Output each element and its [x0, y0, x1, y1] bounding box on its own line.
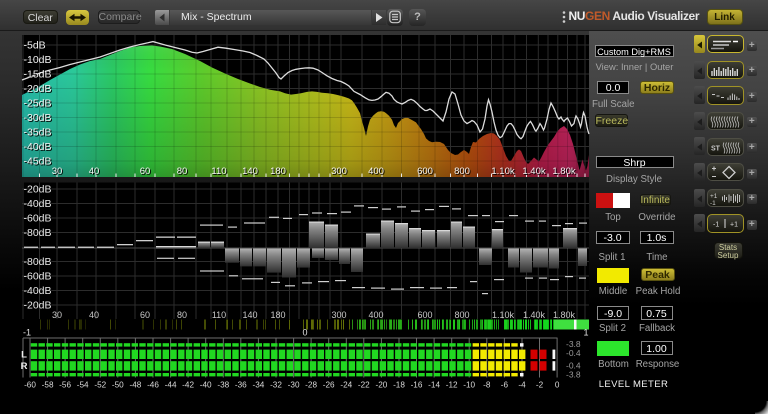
svg-text:60: 60 — [140, 166, 151, 177]
svg-text:-58: -58 — [42, 381, 54, 390]
svg-text:-1: -1 — [710, 200, 716, 207]
svg-text:-14: -14 — [428, 381, 440, 390]
svg-text:-26: -26 — [323, 381, 335, 390]
svg-text:-20dB: -20dB — [24, 184, 52, 196]
svg-text:180: 180 — [270, 310, 285, 320]
svg-text:-30: -30 — [288, 381, 300, 390]
svg-text:-1: -1 — [23, 328, 31, 338]
svg-text:-6: -6 — [501, 381, 509, 390]
svg-text:-22: -22 — [358, 381, 370, 390]
svg-text:+1: +1 — [730, 222, 738, 229]
svg-text:400: 400 — [368, 310, 383, 320]
svg-text:-1: -1 — [713, 222, 719, 229]
svg-text:-4: -4 — [518, 381, 526, 390]
svg-text:-20: -20 — [375, 381, 387, 390]
svg-text:30: 30 — [52, 166, 63, 177]
svg-text:300: 300 — [331, 310, 346, 320]
svg-text:-60dB: -60dB — [24, 213, 52, 225]
svg-text:-60: -60 — [24, 381, 36, 390]
svg-text:L: L — [21, 350, 27, 361]
svg-text:1.10k: 1.10k — [492, 310, 515, 320]
svg-text:-32: -32 — [270, 381, 282, 390]
svg-text:80: 80 — [177, 166, 188, 177]
svg-text:60: 60 — [140, 310, 150, 320]
svg-text:30: 30 — [52, 310, 62, 320]
svg-text:-16: -16 — [411, 381, 423, 390]
svg-text:800: 800 — [454, 166, 470, 177]
svg-text:110: 110 — [212, 310, 226, 320]
svg-text:40: 40 — [89, 166, 100, 177]
svg-text:-18: -18 — [393, 381, 405, 390]
svg-text:1.40k: 1.40k — [523, 310, 546, 320]
svg-text:1.80k: 1.80k — [553, 310, 576, 320]
svg-text:-20dB: -20dB — [24, 83, 52, 95]
svg-text:400: 400 — [368, 166, 384, 177]
svg-text:800: 800 — [454, 310, 469, 320]
svg-text:600: 600 — [417, 166, 433, 177]
svg-text:-40dB: -40dB — [24, 285, 52, 297]
svg-text:-46: -46 — [147, 381, 159, 390]
svg-text:0: 0 — [302, 328, 307, 338]
svg-text:-80dB: -80dB — [24, 227, 52, 239]
svg-text:80: 80 — [177, 310, 187, 320]
svg-text:180: 180 — [270, 166, 286, 177]
svg-text:-36: -36 — [235, 381, 247, 390]
svg-text:-30dB: -30dB — [24, 112, 52, 124]
svg-text:+1: +1 — [710, 193, 718, 200]
svg-text:-12: -12 — [446, 381, 458, 390]
svg-text:-2: -2 — [536, 381, 544, 390]
svg-text:-34: -34 — [252, 381, 264, 390]
svg-text:140: 140 — [242, 310, 257, 320]
svg-text:40: 40 — [89, 310, 99, 320]
svg-text:-24: -24 — [340, 381, 352, 390]
svg-text:-80dB: -80dB — [24, 256, 52, 268]
svg-text:ST: ST — [711, 145, 721, 152]
svg-text:-25dB: -25dB — [24, 98, 52, 110]
svg-text:600: 600 — [417, 310, 432, 320]
svg-text:-48: -48 — [129, 381, 141, 390]
svg-text:-15dB: -15dB — [24, 69, 52, 81]
svg-text:-54: -54 — [77, 381, 89, 390]
svg-text:-5dB: -5dB — [24, 40, 46, 52]
svg-text:1.10k: 1.10k — [491, 166, 514, 177]
svg-text:-38: -38 — [217, 381, 229, 390]
svg-text:-10dB: -10dB — [24, 54, 52, 66]
svg-text:-40dB: -40dB — [24, 141, 52, 153]
svg-text:-10: -10 — [463, 381, 475, 390]
svg-text:-20dB: -20dB — [24, 300, 52, 312]
svg-text:1.80k: 1.80k — [552, 166, 575, 177]
svg-text:-3.8: -3.8 — [566, 370, 581, 380]
svg-text:-35dB: -35dB — [24, 127, 52, 139]
svg-text:-8: -8 — [483, 381, 491, 390]
svg-text:140: 140 — [242, 166, 258, 177]
svg-text:-45dB: -45dB — [24, 156, 52, 168]
svg-text:1: 1 — [583, 328, 588, 338]
svg-text:110: 110 — [211, 166, 226, 177]
svg-text:R: R — [21, 361, 28, 372]
svg-text:-56: -56 — [59, 381, 71, 390]
svg-text:300: 300 — [331, 166, 347, 177]
svg-text:-50: -50 — [112, 381, 124, 390]
svg-text:-0.4: -0.4 — [566, 348, 581, 358]
svg-text:-40dB: -40dB — [24, 198, 52, 210]
svg-text:-28: -28 — [305, 381, 317, 390]
svg-text:-60dB: -60dB — [24, 271, 52, 283]
svg-text:-40: -40 — [200, 381, 212, 390]
svg-text:0: 0 — [555, 381, 560, 390]
svg-text:1.40k: 1.40k — [522, 166, 545, 177]
svg-text:-44: -44 — [165, 381, 177, 390]
svg-text:-52: -52 — [94, 381, 106, 390]
svg-text:-42: -42 — [182, 381, 194, 390]
